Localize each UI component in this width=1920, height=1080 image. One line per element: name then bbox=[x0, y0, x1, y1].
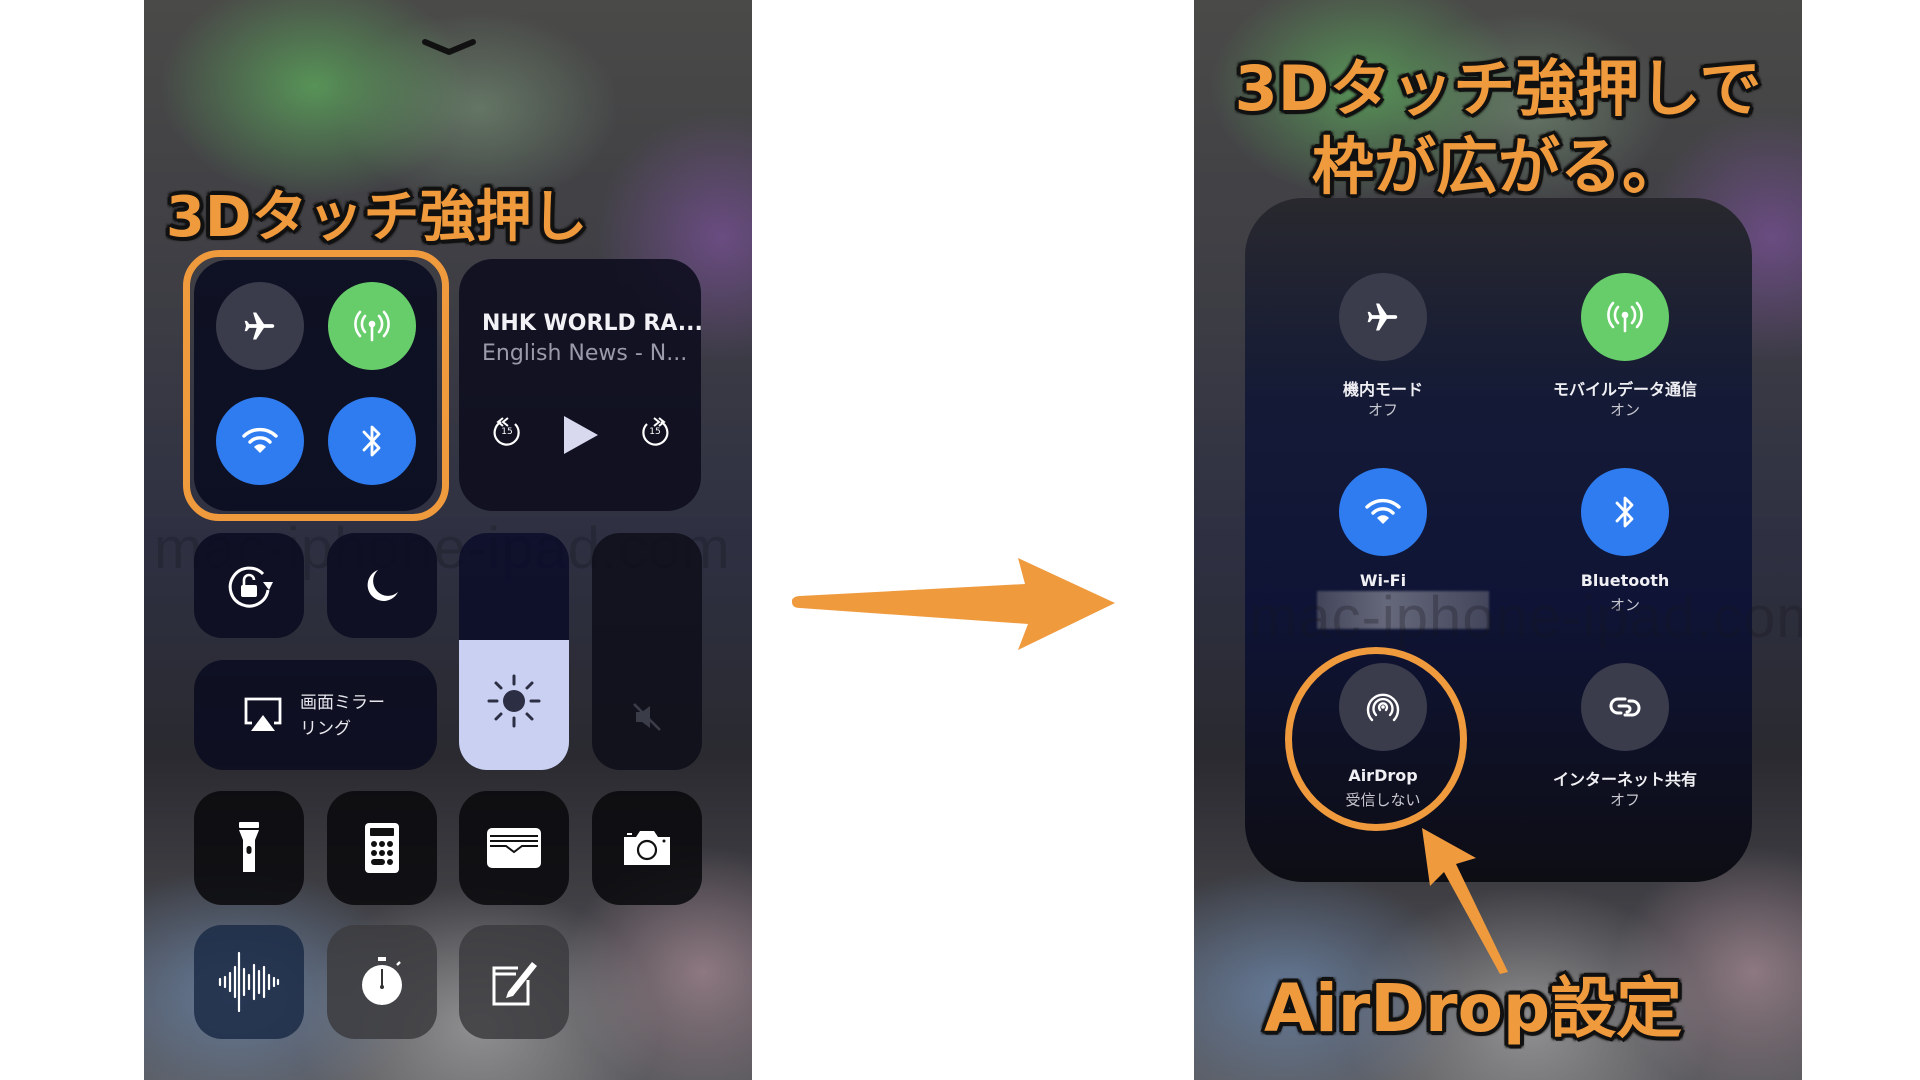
airplay-icon bbox=[244, 697, 282, 731]
stopwatch-icon bbox=[362, 957, 402, 1005]
skip-forward-15-button[interactable]: 15 bbox=[637, 414, 673, 450]
personal-hotspot-status: オフ bbox=[1609, 791, 1640, 809]
compose-icon bbox=[492, 962, 537, 1006]
waveform-icon bbox=[218, 951, 280, 1013]
personal-hotspot-toggle[interactable] bbox=[1581, 663, 1669, 751]
camera-button[interactable] bbox=[592, 791, 702, 905]
screen-mirroring-label: 画面ミラー リング bbox=[300, 690, 385, 742]
airplane-mode-status: オフ bbox=[1367, 401, 1398, 419]
now-playing-title: NHK WORLD RA... bbox=[482, 311, 703, 336]
wallet-icon bbox=[487, 828, 541, 868]
screen-mirroring-button[interactable]: 画面ミラー リング bbox=[194, 660, 437, 770]
airplane-mode-toggle[interactable] bbox=[1339, 273, 1427, 361]
bluetooth-icon bbox=[1615, 496, 1634, 528]
skip-forward-seconds: 15 bbox=[649, 427, 661, 437]
caption-3d-touch: 3Dタッチ強押し bbox=[166, 185, 588, 250]
cellular-data-status: オン bbox=[1609, 401, 1640, 419]
flashlight-button[interactable] bbox=[194, 791, 304, 905]
caption-line2: 枠が広がる。 bbox=[1311, 130, 1684, 203]
airplane-icon bbox=[1367, 303, 1398, 331]
skip-back-seconds: 15 bbox=[501, 427, 513, 437]
rotation-lock-icon bbox=[228, 566, 273, 608]
caption-line1: 3Dタッチ強押しで bbox=[1234, 52, 1762, 125]
wifi-icon bbox=[1365, 498, 1401, 524]
wifi-toggle[interactable] bbox=[1339, 468, 1427, 556]
personal-hotspot-label: インターネット共有 bbox=[1552, 770, 1697, 789]
timer-button[interactable] bbox=[327, 925, 437, 1039]
highlight-frame bbox=[183, 250, 449, 521]
control-center-collapsed: mac-iphone-ipad.com 3Dタッチ強押し NHK WORLD R… bbox=[144, 0, 752, 1080]
voice-memos-button[interactable] bbox=[194, 925, 304, 1039]
wallet-button[interactable] bbox=[459, 791, 569, 905]
camera-icon bbox=[624, 831, 670, 865]
transition-arrow bbox=[792, 558, 1115, 650]
arrow-right-icon bbox=[792, 558, 1115, 650]
calculator-button[interactable] bbox=[327, 791, 437, 905]
cellular-data-label: モバイルデータ通信 bbox=[1552, 380, 1697, 399]
skip-back-15-button[interactable]: 15 bbox=[489, 414, 525, 450]
control-center-expanded: 3Dタッチ強押しで 枠が広がる。 機内モード オフ モバイルデータ通信 オン W… bbox=[1194, 0, 1802, 1080]
antenna-icon bbox=[1607, 301, 1643, 333]
watermark: mac-iphone-ipad.com bbox=[1249, 585, 1802, 650]
now-playing-subtitle: English News - N... bbox=[482, 341, 688, 366]
volume-slider[interactable] bbox=[592, 533, 702, 770]
do-not-disturb-button[interactable] bbox=[327, 533, 437, 638]
arrow-up-icon bbox=[1422, 828, 1508, 974]
now-playing-tile[interactable]: NHK WORLD RA... English News - N... 15 1… bbox=[459, 259, 703, 511]
moon-icon bbox=[367, 569, 398, 601]
brightness-slider[interactable] bbox=[459, 533, 569, 770]
sun-icon bbox=[487, 674, 541, 728]
airdrop-highlight-circle bbox=[1285, 647, 1467, 831]
cellular-data-toggle[interactable] bbox=[1581, 273, 1669, 361]
notes-button[interactable] bbox=[459, 925, 569, 1039]
speaker-muted-icon bbox=[633, 703, 661, 731]
screen-mirroring-label-line2: リング bbox=[300, 719, 351, 739]
screen-mirroring-label-line1: 画面ミラー bbox=[300, 693, 385, 713]
play-icon[interactable] bbox=[562, 414, 600, 456]
hotspot-link-icon bbox=[1609, 697, 1641, 717]
orientation-lock-button[interactable] bbox=[194, 533, 304, 638]
callout-airdrop-settings: AirDrop設定 bbox=[1264, 970, 1683, 1047]
airplane-mode-label: 機内モード bbox=[1342, 380, 1423, 399]
flashlight-icon bbox=[239, 822, 259, 872]
bluetooth-toggle[interactable] bbox=[1581, 468, 1669, 556]
chevron-down-icon[interactable] bbox=[421, 38, 477, 58]
calculator-icon bbox=[365, 823, 399, 873]
